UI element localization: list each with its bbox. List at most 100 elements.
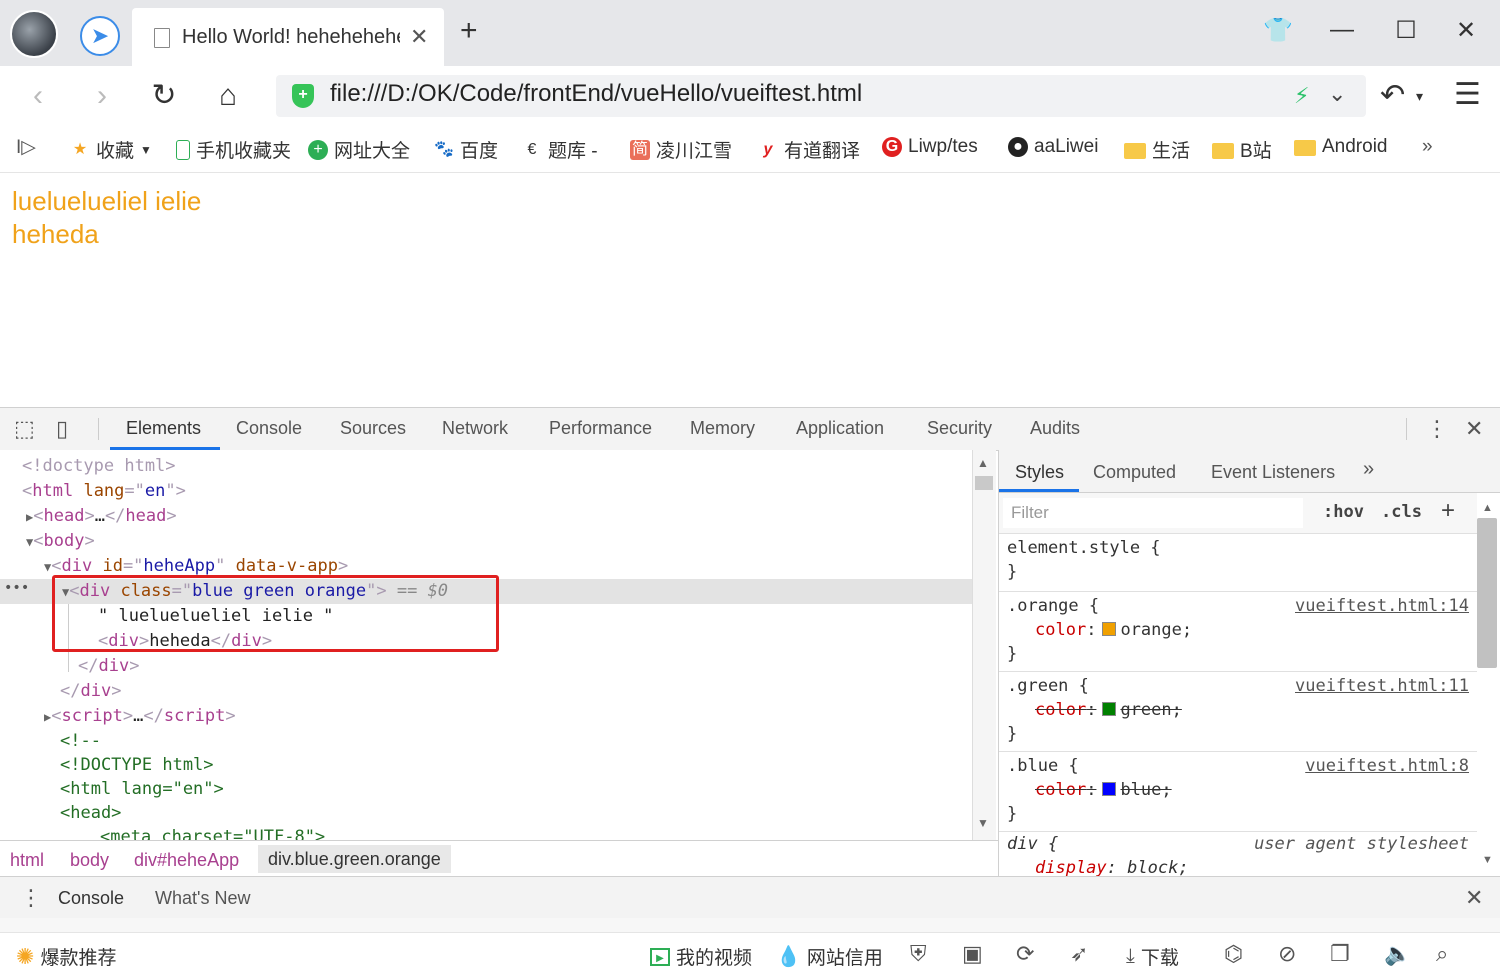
tab-performance[interactable]: Performance: [549, 418, 652, 439]
tab-console[interactable]: Console: [236, 418, 302, 439]
property-row[interactable]: display: block;: [1035, 858, 1189, 876]
speed-icon[interactable]: ⟳: [1016, 941, 1034, 967]
close-window-button[interactable]: ✕: [1446, 16, 1486, 45]
bookmark-folder-bilibili[interactable]: B站: [1212, 136, 1272, 163]
scroll-down-icon[interactable]: ▼: [977, 816, 989, 830]
class-toggle[interactable]: .cls: [1381, 502, 1422, 522]
bookmarks-more[interactable]: »: [1422, 136, 1433, 158]
selector-div[interactable]: div {: [1007, 834, 1058, 854]
selector-blue[interactable]: .blue {: [1007, 756, 1079, 776]
tab-close-icon[interactable]: ✕: [410, 24, 428, 50]
bookmark-youdao[interactable]: y 有道翻译: [758, 136, 860, 163]
hover-state-toggle[interactable]: :hov: [1323, 502, 1364, 522]
bookmark-mobile[interactable]: 手机收藏夹: [176, 136, 291, 163]
color-swatch[interactable]: [1102, 782, 1117, 796]
add-rule-icon[interactable]: +: [1441, 497, 1455, 525]
source-link[interactable]: vueiftest.html:14: [1295, 596, 1469, 616]
bookmark-favorites[interactable]: ★ 收藏 ▼: [70, 136, 152, 163]
tab-event-listeners[interactable]: Event Listeners: [1211, 462, 1335, 483]
bookmark-url-list[interactable]: + 网址大全: [308, 136, 410, 163]
close-devtools-icon[interactable]: ✕: [1465, 416, 1483, 442]
tab-application[interactable]: Application: [796, 418, 884, 439]
tab-audits[interactable]: Audits: [1030, 418, 1080, 439]
browser-logo-icon[interactable]: ➤: [80, 16, 120, 56]
source-link[interactable]: vueiftest.html:8: [1305, 756, 1469, 776]
tab-computed[interactable]: Computed: [1093, 462, 1176, 483]
downloads[interactable]: ⤓ 下载: [1126, 943, 1179, 970]
selector-green[interactable]: .green {: [1007, 676, 1089, 696]
reload-icon[interactable]: ↻: [144, 78, 184, 114]
doctype-node[interactable]: <!doctype html>: [22, 454, 176, 479]
source-link[interactable]: vueiftest.html:11: [1295, 676, 1469, 696]
my-videos[interactable]: ▶ 我的视频: [650, 943, 752, 970]
home-icon[interactable]: ⌂: [208, 78, 248, 114]
tab-security[interactable]: Security: [927, 418, 992, 439]
bookmark-github[interactable]: ● aaLiwei: [1008, 136, 1098, 158]
rocket-icon[interactable]: ➶: [1070, 941, 1088, 967]
bookmark-baidu[interactable]: 🐾 百度: [434, 136, 498, 163]
styles-filter-input[interactable]: Filter: [1003, 498, 1303, 528]
breadcrumb-html[interactable]: html: [10, 850, 44, 871]
site-credit[interactable]: 💧 网站信用: [776, 943, 883, 970]
security-shield-icon[interactable]: +: [292, 84, 314, 108]
element-style-selector[interactable]: element.style {: [1007, 538, 1161, 558]
drawer-tab-console[interactable]: Console: [58, 888, 124, 909]
app-div-close-tag[interactable]: </div>: [60, 679, 121, 704]
menu-icon[interactable]: ☰: [1454, 80, 1481, 110]
url-field[interactable]: + file:///D:/OK/Code/frontEnd/vueHello/v…: [276, 75, 1366, 117]
gamepad-icon[interactable]: ⌬: [1224, 941, 1243, 967]
bookmark-folder-android[interactable]: Android: [1294, 136, 1388, 158]
elements-scroll-thumb[interactable]: [975, 476, 993, 490]
script-node[interactable]: ▶<script>…</script>: [44, 704, 236, 729]
color-swatch[interactable]: [1102, 622, 1117, 636]
shield-icon[interactable]: ⛨: [910, 941, 927, 967]
drawer-tab-whats-new[interactable]: What's New: [155, 888, 250, 909]
bookmark-jianshu[interactable]: 简 凌川江雪: [630, 136, 732, 163]
tab-elements[interactable]: Elements: [126, 418, 201, 439]
back-icon[interactable]: ‹: [18, 78, 58, 114]
property-row[interactable]: color: blue;: [1035, 780, 1172, 800]
elements-scrollbar[interactable]: [972, 450, 996, 840]
sidebar-toggle-icon[interactable]: I▷: [16, 136, 36, 159]
property-row[interactable]: color: orange;: [1035, 620, 1192, 640]
browser-tab[interactable]: Hello World! hehehehehe ✕: [132, 8, 444, 66]
drawer-menu-icon[interactable]: ⋮: [20, 885, 42, 911]
maximize-button[interactable]: ☐: [1386, 16, 1426, 45]
color-swatch[interactable]: [1102, 702, 1117, 716]
skin-shirt-icon[interactable]: 👕: [1258, 16, 1298, 45]
div-close-tag[interactable]: </div>: [78, 654, 139, 679]
comment-open[interactable]: <!--: [60, 729, 101, 754]
caret-down-icon[interactable]: ▾: [1416, 88, 1423, 105]
chevron-down-icon[interactable]: ⌄: [1328, 81, 1346, 107]
tab-memory[interactable]: Memory: [690, 418, 755, 439]
tab-styles[interactable]: Styles: [1015, 462, 1064, 483]
breadcrumb-body[interactable]: body: [70, 850, 109, 871]
no-image-icon[interactable]: ⊘: [1278, 941, 1296, 967]
tab-network[interactable]: Network: [442, 418, 508, 439]
device-toolbar-icon[interactable]: ▯: [56, 416, 68, 442]
speaker-icon[interactable]: 🔈: [1384, 941, 1411, 967]
profile-avatar[interactable]: [10, 10, 58, 58]
image-icon[interactable]: ▣: [962, 941, 983, 967]
inspect-element-icon[interactable]: ⬚: [14, 416, 35, 442]
more-tabs-icon[interactable]: »: [1363, 458, 1374, 481]
html-node[interactable]: <html lang="en">: [22, 479, 186, 504]
lightning-icon[interactable]: ⚡: [1294, 83, 1309, 109]
bookmark-liwp[interactable]: G Liwp/tes: [882, 136, 978, 158]
forward-icon[interactable]: ›: [82, 78, 122, 114]
new-tab-button[interactable]: +: [460, 16, 478, 46]
breadcrumb-app-div[interactable]: div#heheApp: [134, 850, 239, 871]
breadcrumb-selected-div[interactable]: div.blue.green.orange: [258, 845, 451, 873]
search-icon[interactable]: ⌕: [1436, 941, 1448, 967]
hot-recommend[interactable]: ✺ 爆款推荐: [16, 943, 116, 970]
more-dots[interactable]: •••: [4, 580, 29, 596]
scroll-down-icon[interactable]: ▼: [1482, 854, 1493, 866]
tab-sources[interactable]: Sources: [340, 418, 406, 439]
selector-orange[interactable]: .orange {: [1007, 596, 1099, 616]
property-row[interactable]: color: green;: [1035, 700, 1182, 720]
close-drawer-icon[interactable]: ✕: [1465, 885, 1483, 911]
scroll-up-icon[interactable]: ▲: [1482, 502, 1493, 514]
undo-icon[interactable]: ↶: [1380, 78, 1405, 113]
body-node[interactable]: ▼<body>: [26, 529, 95, 554]
url-text[interactable]: file:///D:/OK/Code/frontEnd/vueHello/vue…: [330, 80, 862, 108]
